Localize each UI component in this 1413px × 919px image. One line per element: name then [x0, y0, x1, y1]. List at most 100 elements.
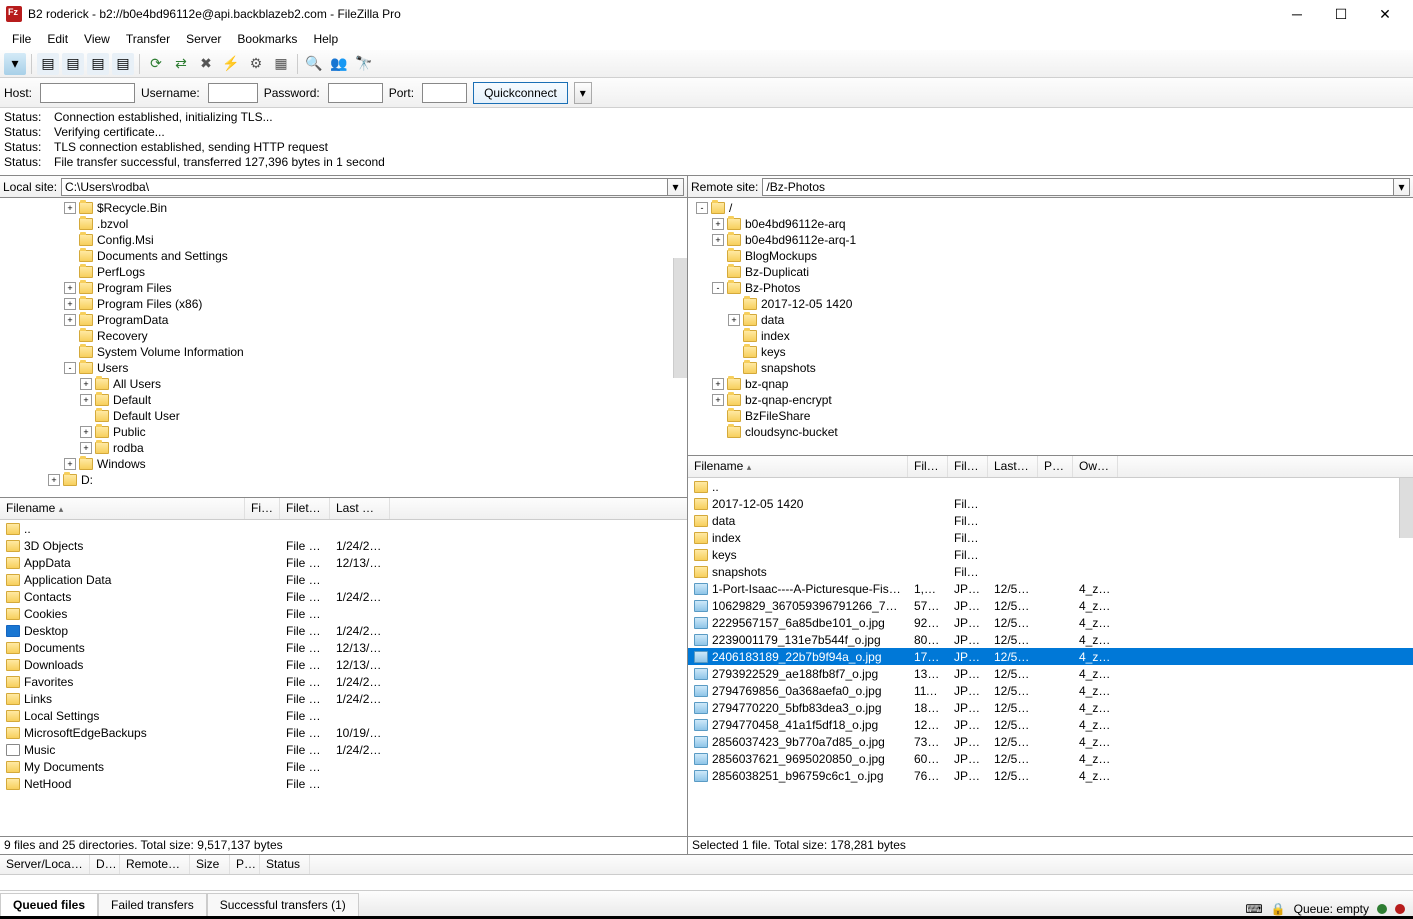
file-row[interactable]: Application DataFile fol...: [0, 571, 687, 588]
expander-icon[interactable]: +: [48, 474, 60, 486]
queue-column-header[interactable]: Size: [190, 855, 230, 874]
expander-icon[interactable]: +: [712, 218, 724, 230]
quickconnect-button[interactable]: Quickconnect: [473, 82, 568, 104]
local-path-input[interactable]: [61, 178, 668, 196]
tree-node[interactable]: .bzvol: [0, 216, 687, 232]
file-row[interactable]: 3D ObjectsFile fol...1/24/20...: [0, 537, 687, 554]
file-row[interactable]: 2856037621_9695020850_o.jpg60,2...JPG ..…: [688, 750, 1413, 767]
tree-node[interactable]: +Program Files: [0, 280, 687, 296]
expander-icon[interactable]: +: [712, 378, 724, 390]
tree-node[interactable]: System Volume Information: [0, 344, 687, 360]
tree-node[interactable]: +$Recycle.Bin: [0, 200, 687, 216]
column-header[interactable]: Last mo...: [330, 498, 390, 519]
tree-node[interactable]: BlogMockups: [688, 248, 1413, 264]
expander-icon[interactable]: +: [64, 282, 76, 294]
tree-node[interactable]: +Program Files (x86): [0, 296, 687, 312]
remote-path-input[interactable]: [762, 178, 1394, 196]
close-button[interactable]: ✕: [1363, 0, 1407, 28]
local-tree-scrollbar[interactable]: [673, 258, 687, 378]
tree-node[interactable]: PerfLogs: [0, 264, 687, 280]
tree-node[interactable]: +All Users: [0, 376, 687, 392]
file-row[interactable]: 2794770220_5bfb83dea3_o.jpg187,...JPG ..…: [688, 699, 1413, 716]
toggle-remote-tree-icon[interactable]: ▤: [87, 53, 109, 75]
expander-icon[interactable]: +: [64, 202, 76, 214]
file-row[interactable]: 2856038251_b96759c6c1_o.jpg76,3...JPG ..…: [688, 767, 1413, 784]
tree-node[interactable]: BzFileShare: [688, 408, 1413, 424]
tree-node[interactable]: snapshots: [688, 360, 1413, 376]
file-row[interactable]: My DocumentsFile fol...: [0, 758, 687, 775]
tree-node[interactable]: +rodba: [0, 440, 687, 456]
queue-column-header[interactable]: Pri...: [230, 855, 260, 874]
status-log[interactable]: Status:Connection established, initializ…: [0, 108, 1413, 176]
tree-node[interactable]: keys: [688, 344, 1413, 360]
remote-file-list[interactable]: Filename ▴Files...Filet...Last m...Per..…: [688, 456, 1413, 836]
expander-icon[interactable]: +: [64, 458, 76, 470]
file-row[interactable]: keysFile f...: [688, 546, 1413, 563]
column-header[interactable]: Filetype: [280, 498, 330, 519]
column-header[interactable]: Filet...: [948, 456, 988, 477]
file-row[interactable]: snapshotsFile f...: [688, 563, 1413, 580]
menu-edit[interactable]: Edit: [39, 30, 76, 48]
column-header[interactable]: Own...: [1073, 456, 1118, 477]
compare-icon[interactable]: 👥: [328, 53, 350, 75]
expander-icon[interactable]: +: [728, 314, 740, 326]
tree-node[interactable]: +Public: [0, 424, 687, 440]
file-row[interactable]: CookiesFile fol...: [0, 605, 687, 622]
expander-icon[interactable]: -: [64, 362, 76, 374]
search-icon[interactable]: 🔍: [303, 53, 325, 75]
column-header[interactable]: Filename ▴: [688, 456, 908, 477]
file-row[interactable]: DownloadsFile fol...12/13/2...: [0, 656, 687, 673]
tree-node[interactable]: +bz-qnap-encrypt: [688, 392, 1413, 408]
column-header[interactable]: Last m...: [988, 456, 1038, 477]
queue-column-header[interactable]: Remote file: [120, 855, 190, 874]
sitemanager-icon[interactable]: ▾: [4, 53, 26, 75]
sync-browse-icon[interactable]: 🔭: [353, 53, 375, 75]
expander-icon[interactable]: +: [712, 234, 724, 246]
file-row[interactable]: 2793922529_ae188fb8f7_o.jpg130,...JPG ..…: [688, 665, 1413, 682]
file-row[interactable]: DesktopFile fol...1/24/20...: [0, 622, 687, 639]
toggle-local-tree-icon[interactable]: ▤: [62, 53, 84, 75]
tree-node[interactable]: 2017-12-05 1420: [688, 296, 1413, 312]
file-row[interactable]: 2794770458_41a1f5df18_o.jpg127,...JPG ..…: [688, 716, 1413, 733]
tab-failed-transfers[interactable]: Failed transfers: [98, 893, 207, 916]
tree-node[interactable]: +b0e4bd96112e-arq: [688, 216, 1413, 232]
quickconnect-dropdown[interactable]: ▾: [574, 82, 592, 104]
transfer-queue[interactable]: Server/Local fi...Dir...Remote fileSizeP…: [0, 854, 1413, 890]
tree-node[interactable]: +Default: [0, 392, 687, 408]
process-queue-icon[interactable]: ⇄: [170, 53, 192, 75]
file-row[interactable]: AppDataFile fol...12/13/2...: [0, 554, 687, 571]
menu-file[interactable]: File: [4, 30, 39, 48]
file-row[interactable]: LinksFile fol...1/24/20...: [0, 690, 687, 707]
tree-node[interactable]: -Users: [0, 360, 687, 376]
tree-node[interactable]: index: [688, 328, 1413, 344]
reconnect-icon[interactable]: ⚙: [245, 53, 267, 75]
file-row[interactable]: indexFile f...: [688, 529, 1413, 546]
tree-node[interactable]: +Windows: [0, 456, 687, 472]
tree-node[interactable]: Documents and Settings: [0, 248, 687, 264]
tree-node[interactable]: Bz-Duplicati: [688, 264, 1413, 280]
file-row[interactable]: Local SettingsFile fol...: [0, 707, 687, 724]
expander-icon[interactable]: -: [696, 202, 708, 214]
expander-icon[interactable]: +: [64, 298, 76, 310]
queue-column-header[interactable]: Dir...: [90, 855, 120, 874]
tab-successful-transfers[interactable]: Successful transfers (1): [207, 893, 359, 916]
tab-queued-files[interactable]: Queued files: [0, 893, 98, 916]
port-input[interactable]: [422, 83, 467, 103]
tree-node[interactable]: +b0e4bd96112e-arq-1: [688, 232, 1413, 248]
tree-node[interactable]: Recovery: [0, 328, 687, 344]
file-row[interactable]: 2406183189_22b7b9f94a_o.jpg178,...JPG ..…: [688, 648, 1413, 665]
disconnect-icon[interactable]: ⚡: [220, 53, 242, 75]
column-header[interactable]: Per...: [1038, 456, 1073, 477]
menu-help[interactable]: Help: [305, 30, 346, 48]
expander-icon[interactable]: +: [80, 426, 92, 438]
refresh-icon[interactable]: ⟳: [145, 53, 167, 75]
minimize-button[interactable]: ─: [1275, 0, 1319, 28]
toggle-log-icon[interactable]: ▤: [37, 53, 59, 75]
file-row[interactable]: NetHoodFile fol...: [0, 775, 687, 792]
tree-node[interactable]: +bz-qnap: [688, 376, 1413, 392]
tree-node[interactable]: -Bz-Photos: [688, 280, 1413, 296]
expander-icon[interactable]: +: [712, 394, 724, 406]
password-input[interactable]: [328, 83, 383, 103]
host-input[interactable]: [40, 83, 135, 103]
file-row[interactable]: 2856037423_9b770a7d85_o.jpg73,7...JPG ..…: [688, 733, 1413, 750]
